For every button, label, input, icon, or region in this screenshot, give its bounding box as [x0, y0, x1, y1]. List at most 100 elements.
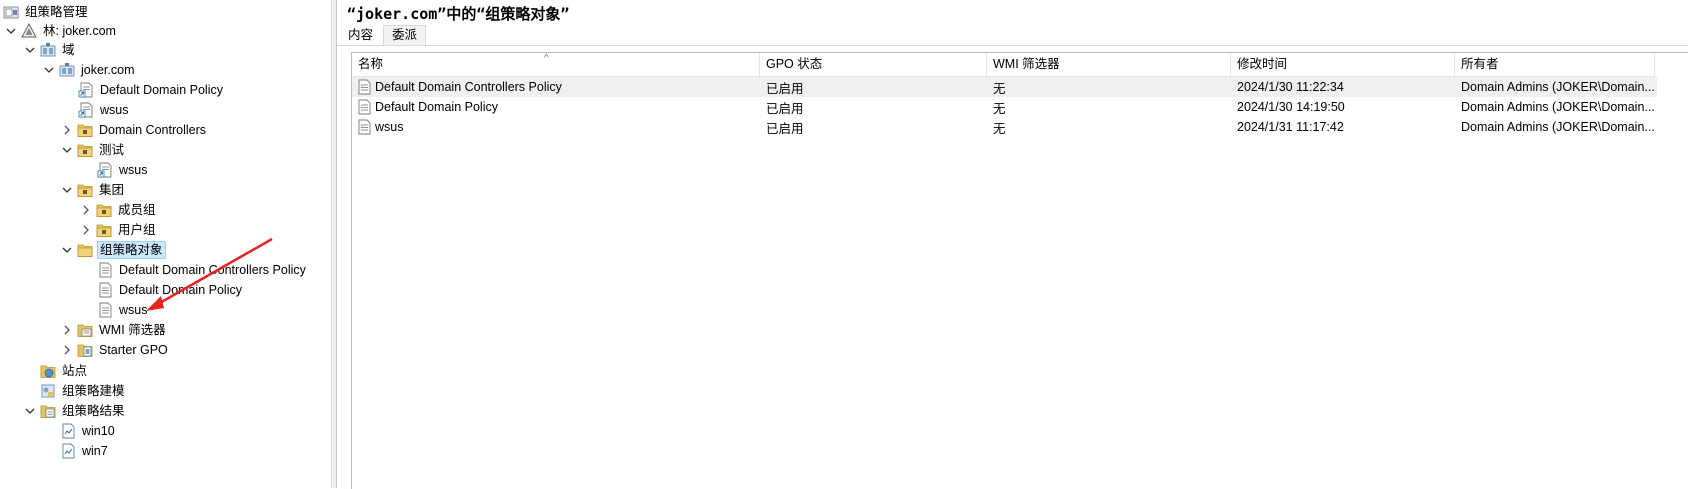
column-header-row: 名称 ^ GPO 状态 WMI 筛选器 修改时间 所有者 — [352, 53, 1655, 77]
tree-label: Starter GPO — [99, 343, 168, 357]
tree-node-results[interactable]: 组策略结果 — [23, 401, 127, 421]
tree-node-gpo-ddcp[interactable]: Default Domain Controllers Policy — [97, 260, 308, 280]
tree-node-gpo-wsus[interactable]: wsus — [97, 300, 149, 320]
cell-status: 已启用 — [766, 101, 804, 116]
cell-wmi: 无 — [993, 121, 1006, 136]
ou-icon — [96, 204, 112, 217]
ou-icon — [77, 144, 93, 157]
tree-label: 用户组 — [118, 223, 156, 237]
tab-delegation[interactable]: 委派 — [383, 25, 427, 45]
chevron-down-icon[interactable] — [60, 180, 74, 200]
tree-node-forest[interactable]: 林: joker.com — [4, 21, 118, 41]
tree-node-group-ou[interactable]: 集团 — [60, 180, 126, 200]
chevron-right-icon[interactable] — [60, 340, 74, 360]
starter-gpo-icon — [77, 344, 93, 357]
tree-label: 集团 — [99, 183, 125, 197]
sites-icon — [40, 365, 56, 378]
tree-label: win7 — [82, 444, 108, 458]
tree-node-wmi-filters[interactable]: WMI 筛选器 — [60, 320, 168, 340]
chevron-right-icon[interactable] — [79, 220, 93, 240]
tree-node-domains[interactable]: 域 — [23, 40, 77, 60]
tree-label: 组策略管理 — [25, 5, 88, 19]
chevron-down-icon[interactable] — [60, 240, 74, 260]
domain-icon — [59, 62, 75, 77]
column-header-wmi-filter[interactable]: WMI 筛选器 — [987, 53, 1231, 76]
gpo-list[interactable]: 名称 ^ GPO 状态 WMI 筛选器 修改时间 所有者 Default Dom… — [351, 52, 1688, 489]
table-row[interactable]: Default Domain Controllers Policy 已启用 无 … — [352, 77, 1657, 97]
tree-label: 域 — [62, 43, 75, 57]
tree-node-starter-gpo[interactable]: Starter GPO — [60, 340, 170, 360]
tree-node-gpm-root[interactable]: 组策略管理 — [3, 2, 90, 22]
ou-icon — [96, 224, 112, 237]
gpo-link-icon — [78, 102, 93, 118]
tree-node-members-ou[interactable]: 成员组 — [79, 200, 158, 220]
tree-node-gpo-container[interactable]: 组策略对象 — [60, 240, 166, 260]
cell-owner: Domain Admins (JOKER\Domain... — [1461, 80, 1655, 94]
tree-label: wsus — [100, 103, 129, 117]
cell-owner: Domain Admins (JOKER\Domain... — [1461, 100, 1655, 114]
tree-label: 站点 — [62, 364, 88, 378]
tree-label: win10 — [82, 424, 115, 438]
cell-wmi: 无 — [993, 81, 1006, 96]
tree-node-domain-controllers[interactable]: Domain Controllers — [60, 120, 208, 140]
tree-label: joker.com — [81, 63, 135, 77]
tree-node-test-wsus-link[interactable]: wsus — [97, 160, 149, 180]
tree-label: Default Domain Policy — [119, 283, 242, 297]
column-header-name[interactable]: 名称 ^ — [352, 53, 760, 76]
gpo-folder-icon — [77, 244, 93, 257]
chevron-right-icon[interactable] — [60, 320, 74, 340]
gpo-icon — [99, 302, 112, 318]
cell-owner: Domain Admins (JOKER\Domain... — [1461, 120, 1655, 134]
table-row[interactable]: wsus 已启用 无 2024/1/31 11:17:42 Domain Adm… — [352, 117, 1657, 137]
tree-node-test-ou[interactable]: 测试 — [60, 140, 126, 160]
tab-contents[interactable]: 内容 — [339, 25, 383, 45]
cell-status: 已启用 — [766, 81, 804, 96]
domains-icon — [40, 42, 56, 57]
gpo-link-icon — [97, 162, 112, 178]
chevron-down-icon[interactable] — [23, 401, 37, 421]
ou-icon — [77, 184, 93, 197]
wmi-filter-icon — [77, 324, 93, 337]
column-header-modified[interactable]: 修改时间 — [1231, 53, 1455, 76]
chevron-right-icon[interactable] — [60, 120, 74, 140]
tree-node-sites[interactable]: 站点 — [40, 361, 89, 381]
gpo-icon — [358, 99, 371, 115]
cell-modified: 2024/1/31 11:17:42 — [1237, 120, 1344, 134]
details-pane: “joker.com”中的“组策略对象” 内容 委派 名称 ^ GPO 状态 W… — [337, 0, 1688, 489]
gpo-icon — [99, 282, 112, 298]
cell-status: 已启用 — [766, 121, 804, 136]
chevron-down-icon[interactable] — [4, 21, 18, 41]
tree-node-ddp-link[interactable]: Default Domain Policy — [78, 80, 225, 100]
tree-node-users-ou[interactable]: 用户组 — [79, 220, 158, 240]
tree-node-gpo-ddp[interactable]: Default Domain Policy — [97, 280, 244, 300]
tree-label: 组策略对象 — [97, 241, 166, 259]
column-header-owner[interactable]: 所有者 — [1455, 53, 1655, 76]
tree-label: 成员组 — [118, 203, 156, 217]
chevron-down-icon[interactable] — [42, 60, 56, 80]
chevron-down-icon[interactable] — [60, 140, 74, 160]
tree-label: 测试 — [99, 143, 125, 157]
gpo-icon — [99, 262, 112, 278]
cell-modified: 2024/1/30 11:22:34 — [1237, 80, 1344, 94]
column-header-gpo-status[interactable]: GPO 状态 — [760, 53, 987, 76]
tree-label: Default Domain Policy — [100, 83, 223, 97]
tree-label: WMI 筛选器 — [99, 323, 166, 337]
gpo-link-icon — [78, 82, 93, 98]
ou-icon — [77, 124, 93, 137]
chevron-right-icon[interactable] — [79, 200, 93, 220]
cell-modified: 2024/1/30 14:19:50 — [1237, 100, 1345, 114]
chevron-down-icon[interactable] — [23, 40, 37, 60]
tree-label: 林: joker.com — [43, 24, 116, 38]
tree-node-modeling[interactable]: 组策略建模 — [40, 381, 127, 401]
report-icon — [62, 443, 75, 459]
tab-divider — [337, 45, 1688, 46]
tree-label: Default Domain Controllers Policy — [119, 263, 306, 277]
forest-icon — [21, 23, 37, 38]
console-tree[interactable]: 组策略管理 林: joker.com 域 joker.com Default D… — [0, 0, 331, 488]
table-row[interactable]: Default Domain Policy 已启用 无 2024/1/30 14… — [352, 97, 1657, 117]
tree-node-win7[interactable]: win7 — [60, 441, 110, 461]
tree-node-win10[interactable]: win10 — [60, 421, 117, 441]
tree-node-wsus-link[interactable]: wsus — [78, 100, 130, 120]
tree-label: wsus — [119, 163, 148, 177]
tree-node-domain[interactable]: joker.com — [42, 60, 137, 80]
